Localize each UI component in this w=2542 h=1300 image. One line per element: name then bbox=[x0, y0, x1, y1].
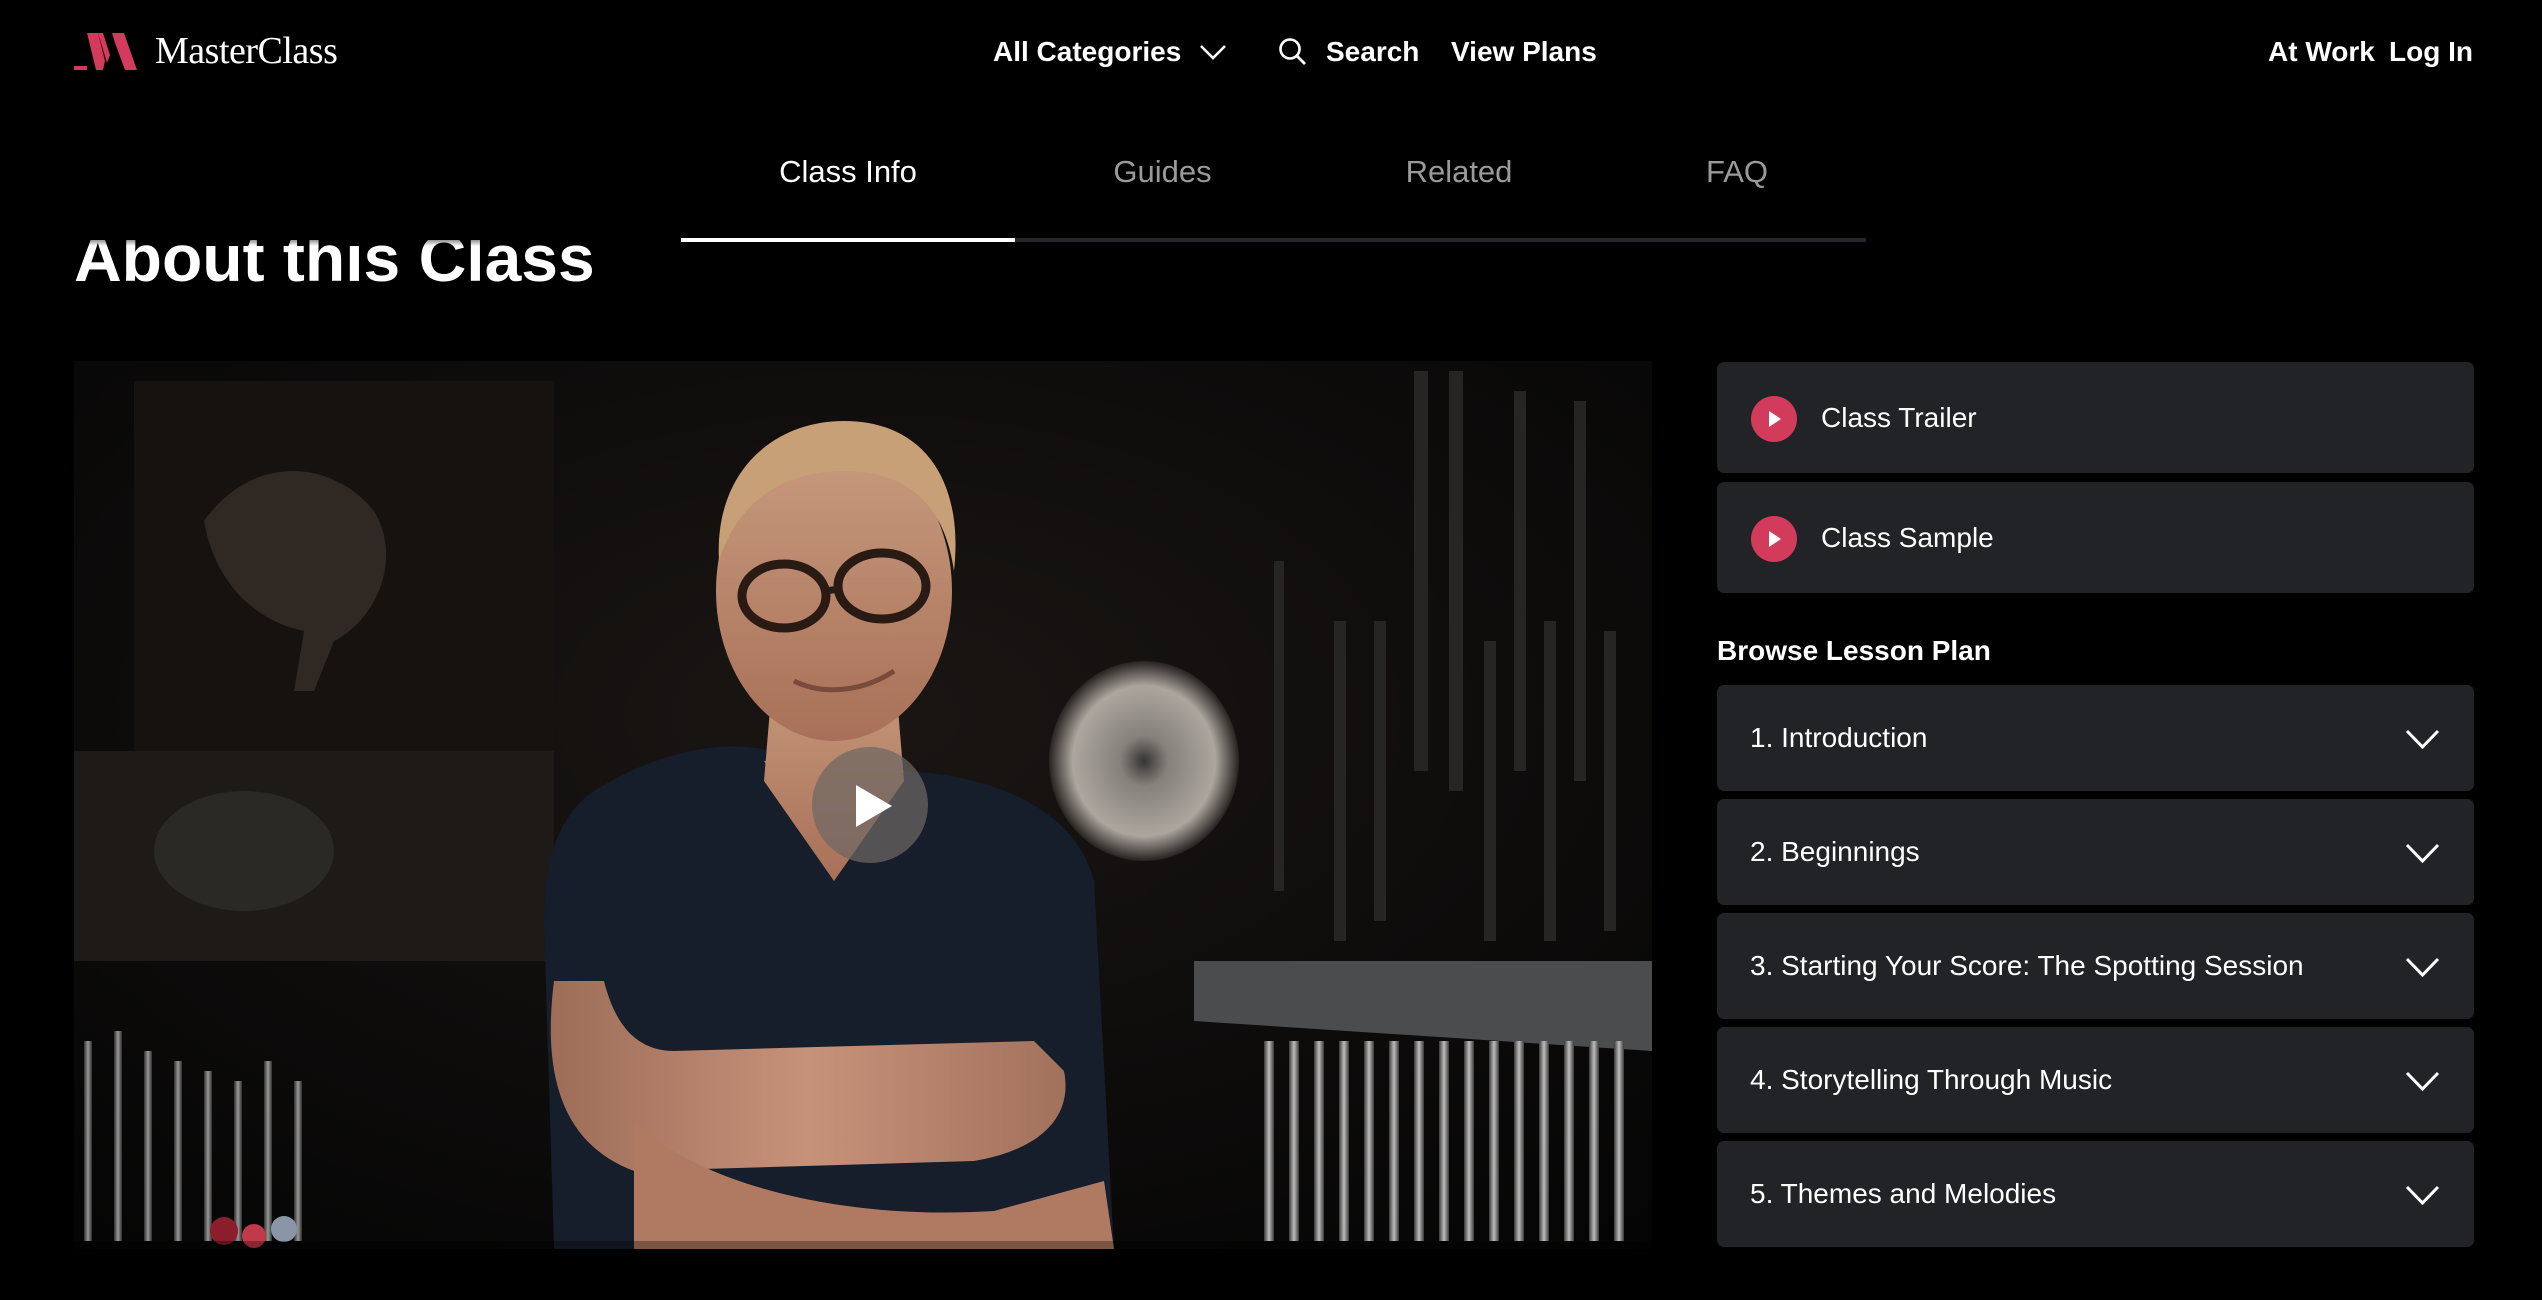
lesson-item[interactable]: 4. Storytelling Through Music bbox=[1717, 1027, 2474, 1133]
lesson-title: 5. Themes and Melodies bbox=[1750, 1178, 2057, 1209]
lesson-title: 3. Starting Your Score: The Spotting Ses… bbox=[1750, 950, 2304, 981]
tab-class-info[interactable]: Class Info bbox=[681, 150, 1015, 242]
lesson-title: 2. Beginnings bbox=[1750, 836, 1920, 867]
class-sample-label: Class Sample bbox=[1821, 522, 1994, 553]
browse-lesson-plan-heading: Browse Lesson Plan bbox=[1717, 635, 1991, 666]
class-trailer-label: Class Trailer bbox=[1821, 402, 1977, 433]
search-icon[interactable] bbox=[1278, 37, 1308, 67]
tab-related[interactable]: Related bbox=[1310, 150, 1608, 242]
chevron-down-icon[interactable] bbox=[1199, 43, 1227, 61]
section-tabs: Class Info Guides Related FAQ bbox=[681, 150, 1866, 242]
class-trailer-video[interactable] bbox=[74, 361, 1652, 1249]
play-circle-icon bbox=[1751, 396, 1797, 442]
view-plans-link[interactable]: View Plans bbox=[1451, 32, 1597, 72]
search-link[interactable]: Search bbox=[1326, 32, 1419, 72]
class-sample-button[interactable]: Class Sample bbox=[1717, 482, 2474, 593]
active-tab-indicator bbox=[681, 238, 1015, 242]
chevron-down-icon[interactable] bbox=[2405, 729, 2440, 749]
lesson-title: 4. Storytelling Through Music bbox=[1750, 1064, 2113, 1095]
class-trailer-button[interactable]: Class Trailer bbox=[1717, 362, 2474, 473]
chevron-down-icon[interactable] bbox=[2405, 1185, 2440, 1205]
play-icon bbox=[856, 785, 892, 827]
tab-faq[interactable]: FAQ bbox=[1608, 150, 1866, 242]
lesson-item[interactable]: 3. Starting Your Score: The Spotting Ses… bbox=[1717, 913, 2474, 1019]
masterclass-logo-icon[interactable] bbox=[74, 33, 138, 71]
tab-guides[interactable]: Guides bbox=[1015, 150, 1310, 242]
play-button[interactable] bbox=[812, 747, 928, 863]
lesson-item[interactable]: 1. Introduction bbox=[1717, 685, 2474, 791]
at-work-link[interactable]: At Work bbox=[2268, 32, 2375, 72]
brand-wordmark[interactable]: MasterClass bbox=[155, 24, 338, 78]
lesson-title: 1. Introduction bbox=[1750, 722, 1928, 753]
lesson-item[interactable]: 2. Beginnings bbox=[1717, 799, 2474, 905]
chevron-down-icon[interactable] bbox=[2405, 1071, 2440, 1091]
lesson-item[interactable]: 5. Themes and Melodies bbox=[1717, 1141, 2474, 1247]
chevron-down-icon[interactable] bbox=[2405, 957, 2440, 977]
all-categories-menu[interactable]: All Categories bbox=[993, 32, 1181, 72]
log-in-link[interactable]: Log In bbox=[2389, 32, 2473, 72]
play-circle-icon bbox=[1751, 516, 1797, 562]
chevron-down-icon[interactable] bbox=[2405, 843, 2440, 863]
